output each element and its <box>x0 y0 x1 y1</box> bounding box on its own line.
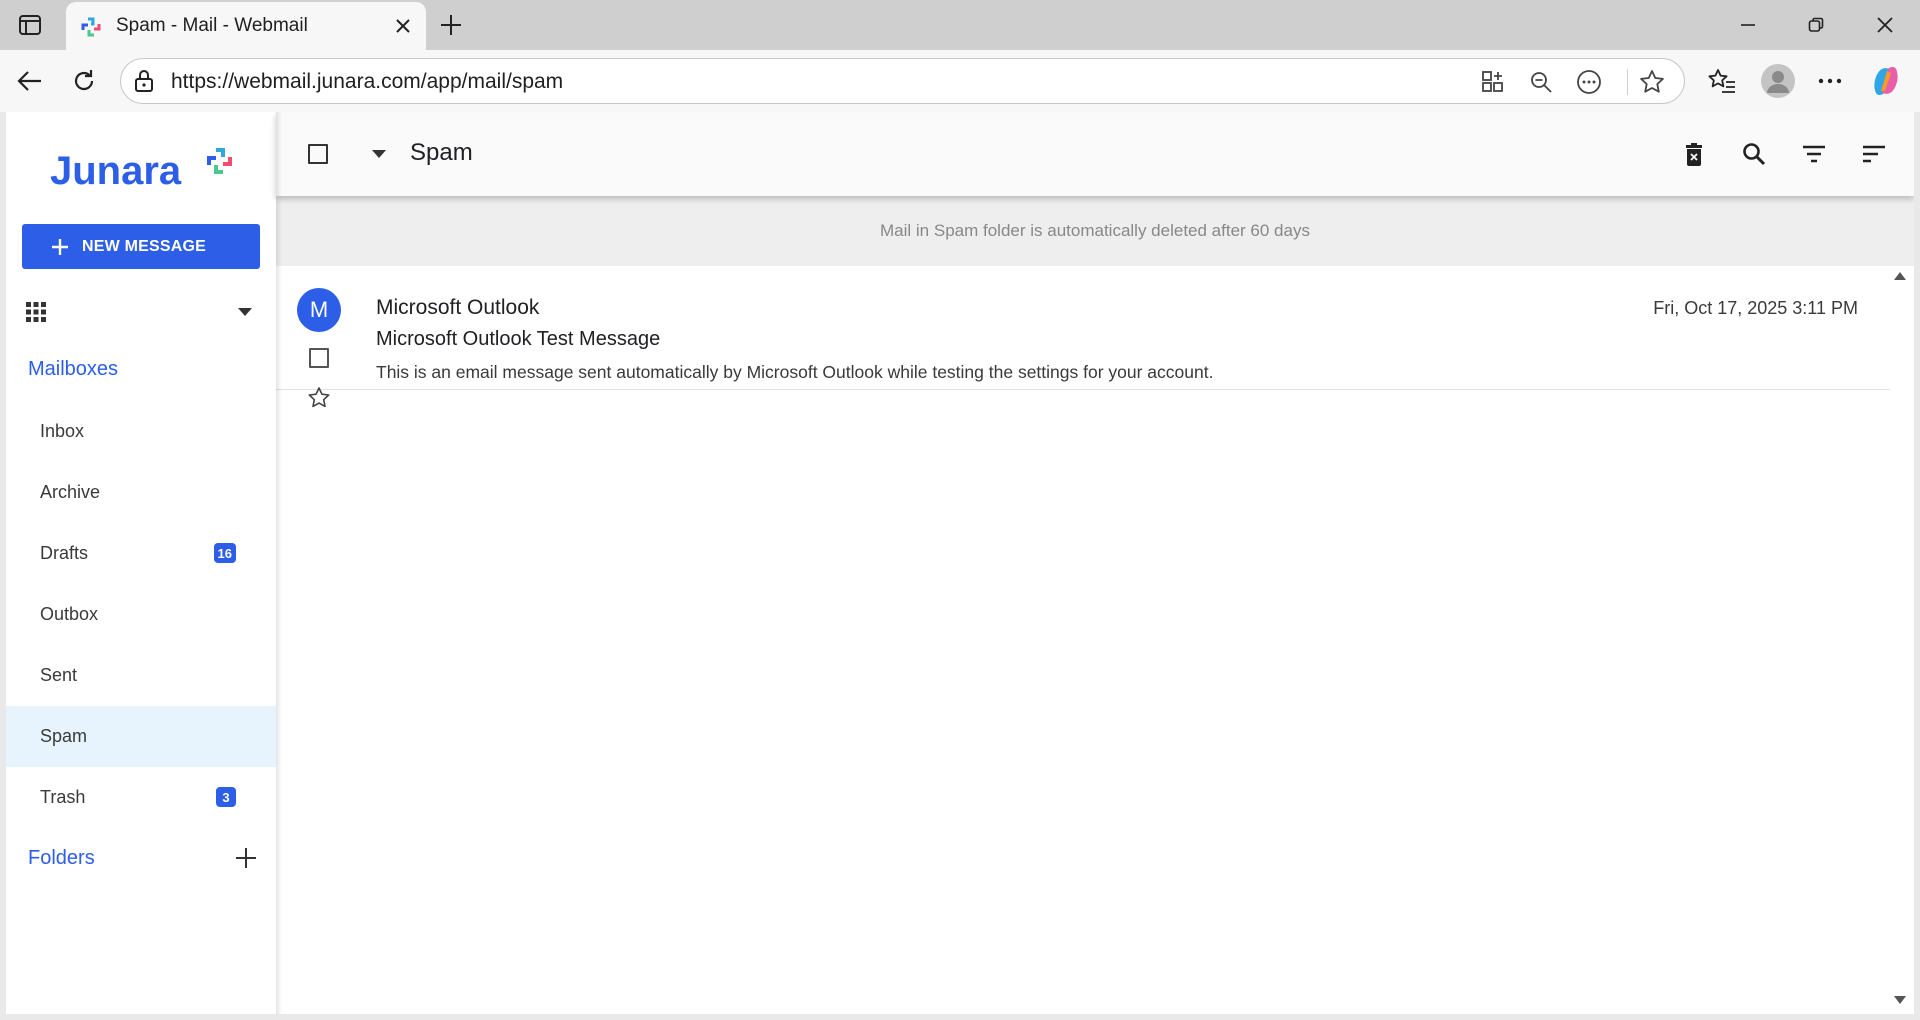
message-sender: Microsoft Outlook <box>376 296 540 319</box>
sidebar-item-label: Inbox <box>40 421 85 441</box>
scroll-up-arrow[interactable] <box>1894 272 1906 280</box>
mailboxes-title[interactable]: Mailboxes <box>28 358 118 381</box>
mail-list-pane: Spam Mail in Spam folder is automaticall… <box>276 112 1914 1014</box>
window-close-button[interactable] <box>1850 0 1920 50</box>
divider <box>1627 69 1628 95</box>
restore-icon <box>1808 17 1824 32</box>
message-list-item[interactable]: M Microsoft Outlook Microsoft Outlook Te… <box>276 266 1890 408</box>
message-preview: This is an email message sent automatica… <box>376 362 1214 382</box>
spam-retention-notice: Mail in Spam folder is automatically del… <box>276 196 1914 266</box>
favorites-icon[interactable] <box>1704 63 1740 99</box>
grid-icon <box>26 302 46 322</box>
close-icon <box>1877 17 1893 33</box>
new-message-button[interactable]: NEW MESSAGE <box>22 224 260 269</box>
minimize-button[interactable] <box>1713 0 1783 50</box>
url-text[interactable]: https://webmail.junara.com/app/mail/spam <box>171 70 563 94</box>
sidebar-item-spam[interactable]: Spam <box>6 706 276 767</box>
sidebar-item-sent[interactable]: Sent <box>6 645 276 706</box>
sidebar-item-label: Trash <box>40 787 86 807</box>
back-icon[interactable] <box>12 63 48 99</box>
star-icon[interactable] <box>307 386 331 410</box>
sidebar: Junara NEW MESSAGE Mailboxes Inbox Archi… <box>6 112 276 1014</box>
lock-icon[interactable] <box>133 69 155 93</box>
restore-button[interactable] <box>1781 0 1851 50</box>
sidebar-item-archive[interactable]: Archive <box>6 462 276 523</box>
filter-icon[interactable] <box>1798 138 1830 170</box>
new-tab-button[interactable] <box>436 10 466 40</box>
search-icon[interactable] <box>1738 138 1770 170</box>
copilot-icon[interactable] <box>1866 61 1906 101</box>
sidebar-item-label: Sent <box>40 665 78 685</box>
zoom-out-icon[interactable] <box>1525 66 1557 98</box>
minimize-icon <box>1741 24 1755 26</box>
browser-toolbar: https://webmail.junara.com/app/mail/spam <box>0 50 1920 112</box>
unread-count-badge: 16 <box>213 543 236 563</box>
plus-icon <box>236 848 256 868</box>
sidebar-toggle-icon[interactable] <box>16 11 44 39</box>
refresh-icon[interactable] <box>66 63 102 99</box>
scroll-down-arrow[interactable] <box>1894 996 1906 1004</box>
sidebar-item-inbox[interactable]: Inbox <box>6 401 276 462</box>
unread-count-badge: 3 <box>216 787 236 807</box>
more-icon[interactable] <box>1573 66 1605 98</box>
new-message-label: NEW MESSAGE <box>82 237 206 255</box>
settings-more-icon[interactable] <box>1812 63 1848 99</box>
plus-icon <box>52 238 68 255</box>
profile-icon[interactable] <box>1758 61 1798 101</box>
page-title: Spam <box>410 139 473 166</box>
address-bar[interactable]: https://webmail.junara.com/app/mail/spam <box>120 58 1685 104</box>
sidebar-item-label: Outbox <box>40 604 99 624</box>
browser-tab-strip: Spam - Mail - Webmail <box>0 0 1920 50</box>
sidebar-item-trash[interactable]: Trash 3 <box>6 767 276 828</box>
delete-icon[interactable] <box>1678 138 1710 170</box>
sidebar-item-label: Spam <box>40 726 88 746</box>
chevron-down-icon[interactable] <box>372 150 386 158</box>
plus-icon <box>441 15 461 35</box>
webmail-page: Junara NEW MESSAGE Mailboxes Inbox Archi… <box>6 112 1914 1014</box>
favicon-icon <box>80 16 102 38</box>
sort-icon[interactable] <box>1858 138 1890 170</box>
message-checkbox[interactable] <box>309 348 329 368</box>
sidebar-item-label: Drafts <box>40 543 89 563</box>
mail-list-header: Spam <box>276 112 1914 196</box>
browser-tab[interactable]: Spam - Mail - Webmail <box>66 2 426 50</box>
folders-title[interactable]: Folders <box>28 847 95 870</box>
sidebar-item-label: Archive <box>40 482 101 502</box>
avatar: M <box>297 288 341 332</box>
message-subject: Microsoft Outlook Test Message <box>376 328 661 350</box>
apps-icon[interactable] <box>1477 66 1509 98</box>
brand-logo[interactable]: Junara <box>50 144 240 194</box>
add-folder-button[interactable] <box>234 846 258 870</box>
sidebar-item-outbox[interactable]: Outbox <box>6 584 276 645</box>
chevron-down-icon <box>238 308 252 316</box>
svg-text:Junara: Junara <box>50 149 182 193</box>
apps-switcher[interactable] <box>26 294 264 330</box>
sidebar-item-drafts[interactable]: Drafts 16 <box>6 523 276 584</box>
close-icon[interactable] <box>390 13 416 39</box>
message-date: Fri, Oct 17, 2025 3:11 PM <box>1653 298 1858 318</box>
select-all-checkbox[interactable] <box>308 144 328 164</box>
tab-title: Spam - Mail - Webmail <box>116 15 308 36</box>
star-icon[interactable] <box>1636 66 1668 98</box>
